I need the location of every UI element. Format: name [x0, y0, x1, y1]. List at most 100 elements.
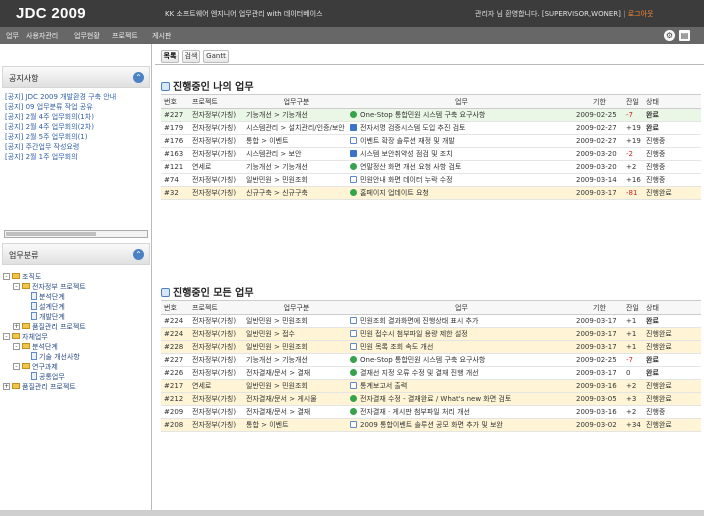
- tree-node[interactable]: - 전자정부 프로젝트: [3, 282, 151, 292]
- task-title[interactable]: 민원조회 결과화면에 진행상태 표시 추가: [347, 314, 573, 328]
- task-category-text: 전자결재/문서 > 결재: [246, 369, 311, 377]
- column-header[interactable]: 업무구분: [243, 300, 347, 315]
- tree-node[interactable]: - 분석단계: [3, 342, 151, 352]
- scrollbar-thumb[interactable]: [6, 232, 96, 236]
- expand-icon[interactable]: +: [13, 323, 20, 330]
- table-row[interactable]: #227 전자정부(가칭) 기능개선 > 기능개선 One-Stop 통합민원 시스템…: [161, 353, 701, 367]
- task-title[interactable]: 전자서명 검증시스템 도입 추진 검토: [347, 121, 573, 135]
- document-icon[interactable]: ▤: [679, 30, 690, 41]
- table-row[interactable]: #74 전자정부(가칭) 일반민원 > 민원조회 민원안내 화면 데이터 누락 수정 2…: [161, 173, 701, 187]
- tree-node[interactable]: 분석단계: [3, 292, 151, 302]
- task-number-text: #228: [164, 343, 184, 351]
- collapse-icon[interactable]: -: [13, 363, 20, 370]
- collapse-icon[interactable]: -: [13, 343, 20, 350]
- column-header[interactable]: 상태: [643, 94, 701, 109]
- menu-item-task[interactable]: 업무: [6, 31, 19, 41]
- task-title[interactable]: 민원안내 화면 데이터 누락 수정: [347, 173, 573, 187]
- task-title[interactable]: One-Stop 통합민원 시스템 구축 요구사항: [347, 353, 573, 367]
- column-header[interactable]: 잔일: [623, 94, 643, 109]
- column-header[interactable]: 기한: [573, 94, 623, 109]
- tree-node[interactable]: + 품질관리 프로젝트: [3, 322, 151, 332]
- menu-item-users[interactable]: 사용자관리: [26, 31, 58, 41]
- tree-node[interactable]: 설계단계: [3, 302, 151, 312]
- table-row[interactable]: #176 전자정부(가칭) 통합 > 이벤트 이벤트 확장 솔루션 재정 및 개발 20…: [161, 134, 701, 148]
- task-days-left: 0: [623, 366, 643, 380]
- notice-item[interactable]: [공지] 2월 5주 업무회의(1): [5, 132, 150, 142]
- column-header[interactable]: 상태: [643, 300, 701, 315]
- task-title[interactable]: 홈페이지 업데이트 요청: [347, 186, 573, 200]
- menu-item-status[interactable]: 업무현황: [74, 31, 100, 41]
- folder-icon: [12, 273, 20, 279]
- table-row[interactable]: #227 전자정부(가칭) 기능개선 > 기능개선 One-Stop 통합민원 시스템…: [161, 108, 701, 122]
- tree-node[interactable]: + 품질관리 프로젝트: [3, 382, 151, 392]
- task-title[interactable]: 민원 목록 조회 속도 개선: [347, 340, 573, 354]
- task-category: 일반민원 > 민원조회: [243, 173, 347, 187]
- notice-item[interactable]: [공지] 주간업무 작성요령: [5, 142, 150, 152]
- table-row[interactable]: #226 전자정부(가칭) 전자결재/문서 > 결재 결재선 지정 오류 수정 및 결…: [161, 366, 701, 380]
- task-title[interactable]: 전자결재 · 게시판 첨부파일 처리 개선: [347, 405, 573, 419]
- task-title[interactable]: 이벤트 확장 솔루션 재정 및 개발: [347, 134, 573, 148]
- table-row[interactable]: #224 전자정부(가칭) 일반민원 > 접수 민원 접수시 첨부파일 용량 제한 설…: [161, 327, 701, 341]
- collapse-icon[interactable]: ⌃: [133, 72, 144, 83]
- task-title[interactable]: 통계보고서 출력: [347, 379, 573, 393]
- collapse-icon[interactable]: ⌃: [133, 249, 144, 260]
- task-number-text: #32: [164, 189, 179, 197]
- task-title[interactable]: 민원 접수시 첨부파일 용량 제한 설정: [347, 327, 573, 341]
- tab-list[interactable]: 목록: [161, 50, 179, 63]
- notice-item[interactable]: [공지] 09 업무분류 작업 공유: [5, 102, 150, 112]
- collapse-icon[interactable]: -: [13, 283, 20, 290]
- tree-node[interactable]: 기술 개선사항: [3, 352, 151, 362]
- table-row[interactable]: #121 연세로 기능개선 > 기능개선 연말정산 화면 개선 요청 사항 검토 200…: [161, 160, 701, 174]
- collapse-icon[interactable]: -: [3, 273, 10, 280]
- menu-item-board[interactable]: 게시판: [152, 31, 171, 41]
- task-project-text: 전자정부(가칭): [192, 408, 237, 416]
- table-row[interactable]: #228 전자정부(가칭) 일반민원 > 민원조회 민원 목록 조회 속도 개선 200…: [161, 340, 701, 354]
- app-logo[interactable]: JDC 2009: [16, 5, 86, 22]
- column-header[interactable]: 업무: [347, 94, 573, 109]
- task-title[interactable]: 결재선 지정 오류 수정 및 결재 진행 개선: [347, 366, 573, 380]
- tree-node[interactable]: - 자체업무: [3, 332, 151, 342]
- table-row[interactable]: #209 전자정부(가칭) 전자결재/문서 > 결재 전자결재 · 게시판 첨부파일 …: [161, 405, 701, 419]
- column-header[interactable]: 업무구분: [243, 94, 347, 109]
- table-row[interactable]: #32 전자정부(가칭) 신규구축 > 신규구축 홈페이지 업데이트 요청 2009-0…: [161, 186, 701, 200]
- table-row[interactable]: #224 전자정부(가칭) 일반민원 > 민원조회 민원조회 결과화면에 진행상태 표…: [161, 314, 701, 328]
- logout-link[interactable]: 로그아웃: [628, 10, 654, 18]
- tree-node[interactable]: - 연구과제: [3, 362, 151, 372]
- column-header[interactable]: 업무: [347, 300, 573, 315]
- column-header[interactable]: 번호: [161, 300, 189, 315]
- tab-search[interactable]: 검색: [182, 50, 200, 63]
- column-header[interactable]: 프로젝트: [189, 300, 243, 315]
- task-title[interactable]: 전자결재 수정 - 결재완료 / What's new 화면 검토: [347, 392, 573, 406]
- notice-item[interactable]: [공지] 2월 4주 업무회의(2차): [5, 122, 150, 132]
- column-header[interactable]: 잔일: [623, 300, 643, 315]
- notice-item[interactable]: [공지] JDC 2009 개발환경 구축 안내: [5, 92, 150, 102]
- task-status: 진행완료: [643, 340, 701, 354]
- table-row[interactable]: #212 전자정부(가칭) 전자결재/문서 > 게시물 전자결재 수정 - 결재완료 …: [161, 392, 701, 406]
- task-project: 연세로: [189, 379, 243, 393]
- notice-item[interactable]: [공지] 2월 4주 업무회의(1차): [5, 112, 150, 122]
- table-row[interactable]: #217 연세로 일반민원 > 민원조회 통계보고서 출력 2009-03-16 +2 진행…: [161, 379, 701, 393]
- task-title-text: 전자결재 수정 - 결재완료 / What's new 화면 검토: [360, 395, 512, 403]
- column-header[interactable]: 번호: [161, 94, 189, 109]
- task-title[interactable]: 연말정산 화면 개선 요청 사항 검토: [347, 160, 573, 174]
- task-title[interactable]: One-Stop 통합민원 시스템 구축 요구사항: [347, 108, 573, 122]
- task-due-date: 2009-03-02: [573, 418, 623, 432]
- task-status: 완료: [643, 353, 701, 367]
- tree-node[interactable]: 공통업무: [3, 372, 151, 382]
- tree-node[interactable]: - 조직도: [3, 272, 151, 282]
- table-row[interactable]: #179 전자정부(가칭) 시스템관리 > 설치관리/인증/보안 전자서명 검증시스템…: [161, 121, 701, 135]
- notice-item[interactable]: [공지] 2월 1주 업무회의: [5, 152, 150, 162]
- expand-icon[interactable]: +: [3, 383, 10, 390]
- tab-gantt[interactable]: Gantt: [203, 50, 229, 63]
- column-header[interactable]: 기한: [573, 300, 623, 315]
- gear-icon[interactable]: ⚙: [664, 30, 675, 41]
- tree-node[interactable]: 개발단계: [3, 312, 151, 322]
- notice-scrollbar[interactable]: [4, 230, 148, 238]
- table-row[interactable]: #163 전자정부(가칭) 시스템관리 > 보안 시스템 보안취약성 점검 및 조치 2…: [161, 147, 701, 161]
- table-row[interactable]: #208 전자정부(가칭) 통합 > 이벤트 2009 통합이벤트 솔루션 공모 화면…: [161, 418, 701, 432]
- column-header[interactable]: 프로젝트: [189, 94, 243, 109]
- menu-item-project[interactable]: 프로젝트: [112, 31, 138, 41]
- collapse-icon[interactable]: -: [3, 333, 10, 340]
- task-title[interactable]: 2009 통합이벤트 솔루션 공모 화면 추가 및 보완: [347, 418, 573, 432]
- task-title[interactable]: 시스템 보안취약성 점검 및 조치: [347, 147, 573, 161]
